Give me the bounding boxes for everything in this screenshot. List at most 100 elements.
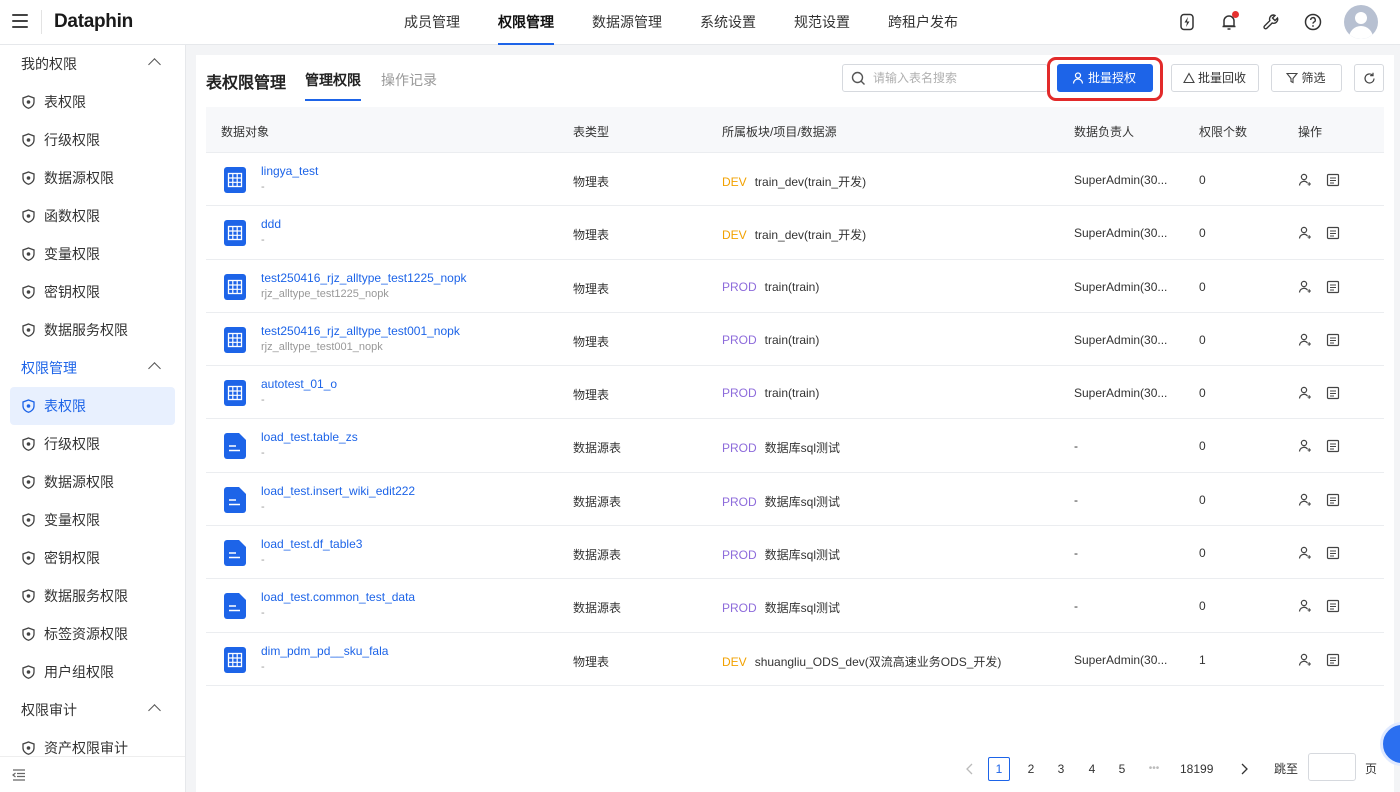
permission-count: 0 [1199, 546, 1206, 561]
sidebar-item-1-0[interactable]: 表权限 [10, 387, 175, 425]
object-name-link[interactable]: lingya_test [261, 164, 318, 178]
wrench-icon[interactable] [1261, 12, 1281, 32]
table-type: 物理表 [573, 334, 610, 349]
chevron-right-icon[interactable] [1237, 762, 1251, 776]
sidebar-item-1-5[interactable]: 数据服务权限 [10, 577, 175, 615]
flash-icon[interactable] [1177, 12, 1197, 32]
page-5[interactable]: 5 [1111, 757, 1133, 781]
object-name-link[interactable]: load_test.insert_wiki_edit222 [261, 484, 415, 498]
object-name-link[interactable]: load_test.df_table3 [261, 537, 362, 551]
sidebar-menu: 我的权限 表权限 行级权限 数据源权限 函数权限 变量权限 密钥权限 数据服务权限 权限管理 表权… [0, 45, 185, 767]
jump-page-input[interactable] [1308, 753, 1356, 781]
details-icon[interactable] [1326, 599, 1340, 613]
app-logo[interactable]: Dataphin [54, 11, 133, 33]
grant-user-icon[interactable] [1298, 173, 1312, 187]
table-row: ddd - 物理表 DEV train_dev(train_开发) SuperAdmin(… [206, 206, 1384, 260]
help-icon[interactable] [1303, 12, 1323, 32]
details-icon[interactable] [1326, 439, 1340, 453]
collapse-sidebar-icon[interactable] [12, 768, 26, 782]
menu-icon[interactable] [12, 14, 28, 28]
env-badge: PROD [722, 494, 757, 509]
object-name-link[interactable]: load_test.table_zs [261, 430, 358, 444]
search-box[interactable] [842, 64, 1048, 92]
topnav-item-2[interactable]: 数据源管理 [578, 0, 676, 45]
permission-count: 0 [1199, 332, 1206, 347]
grant-user-icon[interactable] [1298, 653, 1312, 667]
topnav-item-0[interactable]: 成员管理 [390, 0, 474, 45]
details-icon[interactable] [1326, 546, 1340, 560]
object-name-link[interactable]: dim_pdm_pd__sku_fala [261, 644, 388, 658]
grant-user-icon[interactable] [1298, 493, 1312, 507]
sidebar-item-0-6[interactable]: 数据服务权限 [10, 311, 175, 349]
grant-user-icon[interactable] [1298, 546, 1312, 560]
search-input[interactable] [873, 70, 1041, 86]
chevron-left-icon[interactable] [963, 762, 977, 776]
batch-revoke-button[interactable]: 批量回收 [1171, 64, 1259, 92]
object-name-link[interactable]: test250416_rjz_alltype_test1225_nopk [261, 271, 467, 285]
details-icon[interactable] [1326, 280, 1340, 294]
details-icon[interactable] [1326, 226, 1340, 240]
sidebar-item-0-0[interactable]: 表权限 [10, 83, 175, 121]
object-subtitle: - [261, 660, 265, 673]
details-icon[interactable] [1326, 653, 1340, 667]
object-name-link[interactable]: autotest_01_o [261, 377, 337, 391]
sidebar-group-0[interactable]: 我的权限 [0, 45, 185, 83]
page-3[interactable]: 3 [1050, 757, 1072, 781]
grant-user-icon[interactable] [1298, 386, 1312, 400]
sidebar-item-1-2[interactable]: 数据源权限 [10, 463, 175, 501]
refresh-button[interactable] [1354, 64, 1384, 92]
grant-user-icon[interactable] [1298, 439, 1312, 453]
page-4[interactable]: 4 [1081, 757, 1103, 781]
sidebar-item-label: 数据服务权限 [44, 322, 128, 338]
sidebar-item-1-7[interactable]: 用户组权限 [10, 653, 175, 691]
details-icon[interactable] [1326, 493, 1340, 507]
table-row: dim_pdm_pd__sku_fala - 物理表 DEV shuangliu_ODS… [206, 633, 1384, 686]
sidebar-item-1-3[interactable]: 变量权限 [10, 501, 175, 539]
object-name-link[interactable]: test250416_rjz_alltype_test001_nopk [261, 324, 460, 338]
tab-manage-permissions[interactable]: 管理权限 [305, 70, 361, 101]
env-badge: DEV [722, 654, 747, 669]
object-name-link[interactable]: load_test.common_test_data [261, 590, 415, 604]
page-1[interactable]: 1 [988, 757, 1010, 781]
avatar[interactable] [1344, 5, 1378, 39]
topnav-item-3[interactable]: 系统设置 [686, 0, 770, 45]
owner: - [1074, 599, 1078, 614]
sidebar-item-1-4[interactable]: 密钥权限 [10, 539, 175, 577]
topnav-item-5[interactable]: 跨租户发布 [874, 0, 972, 45]
details-icon[interactable] [1326, 333, 1340, 347]
page-last[interactable]: 18199 [1180, 757, 1213, 781]
grant-user-icon[interactable] [1298, 226, 1312, 240]
sidebar-item-1-6[interactable]: 标签资源权限 [10, 615, 175, 653]
object-name-link[interactable]: ddd [261, 217, 281, 231]
sidebar-item-label: 数据源权限 [44, 170, 114, 186]
sidebar-item-label: 标签资源权限 [44, 626, 128, 642]
sidebar-group-1[interactable]: 权限管理 [0, 349, 185, 387]
sidebar-footer [0, 756, 185, 792]
tab-operation-records[interactable]: 操作记录 [381, 70, 437, 99]
page-ellipsis[interactable]: ••• [1143, 757, 1165, 781]
sidebar-item-1-1[interactable]: 行级权限 [10, 425, 175, 463]
shield-icon [22, 95, 35, 109]
sidebar-group-label: 权限管理 [21, 360, 77, 376]
filter-button[interactable]: 筛选 [1271, 64, 1342, 92]
owner: SuperAdmin(30... [1074, 173, 1168, 187]
topnav-item-1[interactable]: 权限管理 [484, 0, 568, 45]
grant-user-icon[interactable] [1298, 599, 1312, 613]
table-type: 物理表 [573, 228, 610, 243]
sidebar-item-0-1[interactable]: 行级权限 [10, 121, 175, 159]
env-badge: PROD [722, 386, 757, 401]
sidebar-item-0-5[interactable]: 密钥权限 [10, 273, 175, 311]
topnav-item-4[interactable]: 规范设置 [780, 0, 864, 45]
sidebar-group-2[interactable]: 权限审计 [0, 691, 185, 729]
grant-user-icon[interactable] [1298, 333, 1312, 347]
sidebar-item-0-4[interactable]: 变量权限 [10, 235, 175, 273]
page-2[interactable]: 2 [1020, 757, 1042, 781]
sidebar-item-0-2[interactable]: 数据源权限 [10, 159, 175, 197]
permission-count: 0 [1199, 386, 1206, 401]
table-icon [224, 273, 246, 300]
details-icon[interactable] [1326, 173, 1340, 187]
details-icon[interactable] [1326, 386, 1340, 400]
shield-icon [22, 513, 35, 527]
grant-user-icon[interactable] [1298, 280, 1312, 294]
sidebar-item-0-3[interactable]: 函数权限 [10, 197, 175, 235]
